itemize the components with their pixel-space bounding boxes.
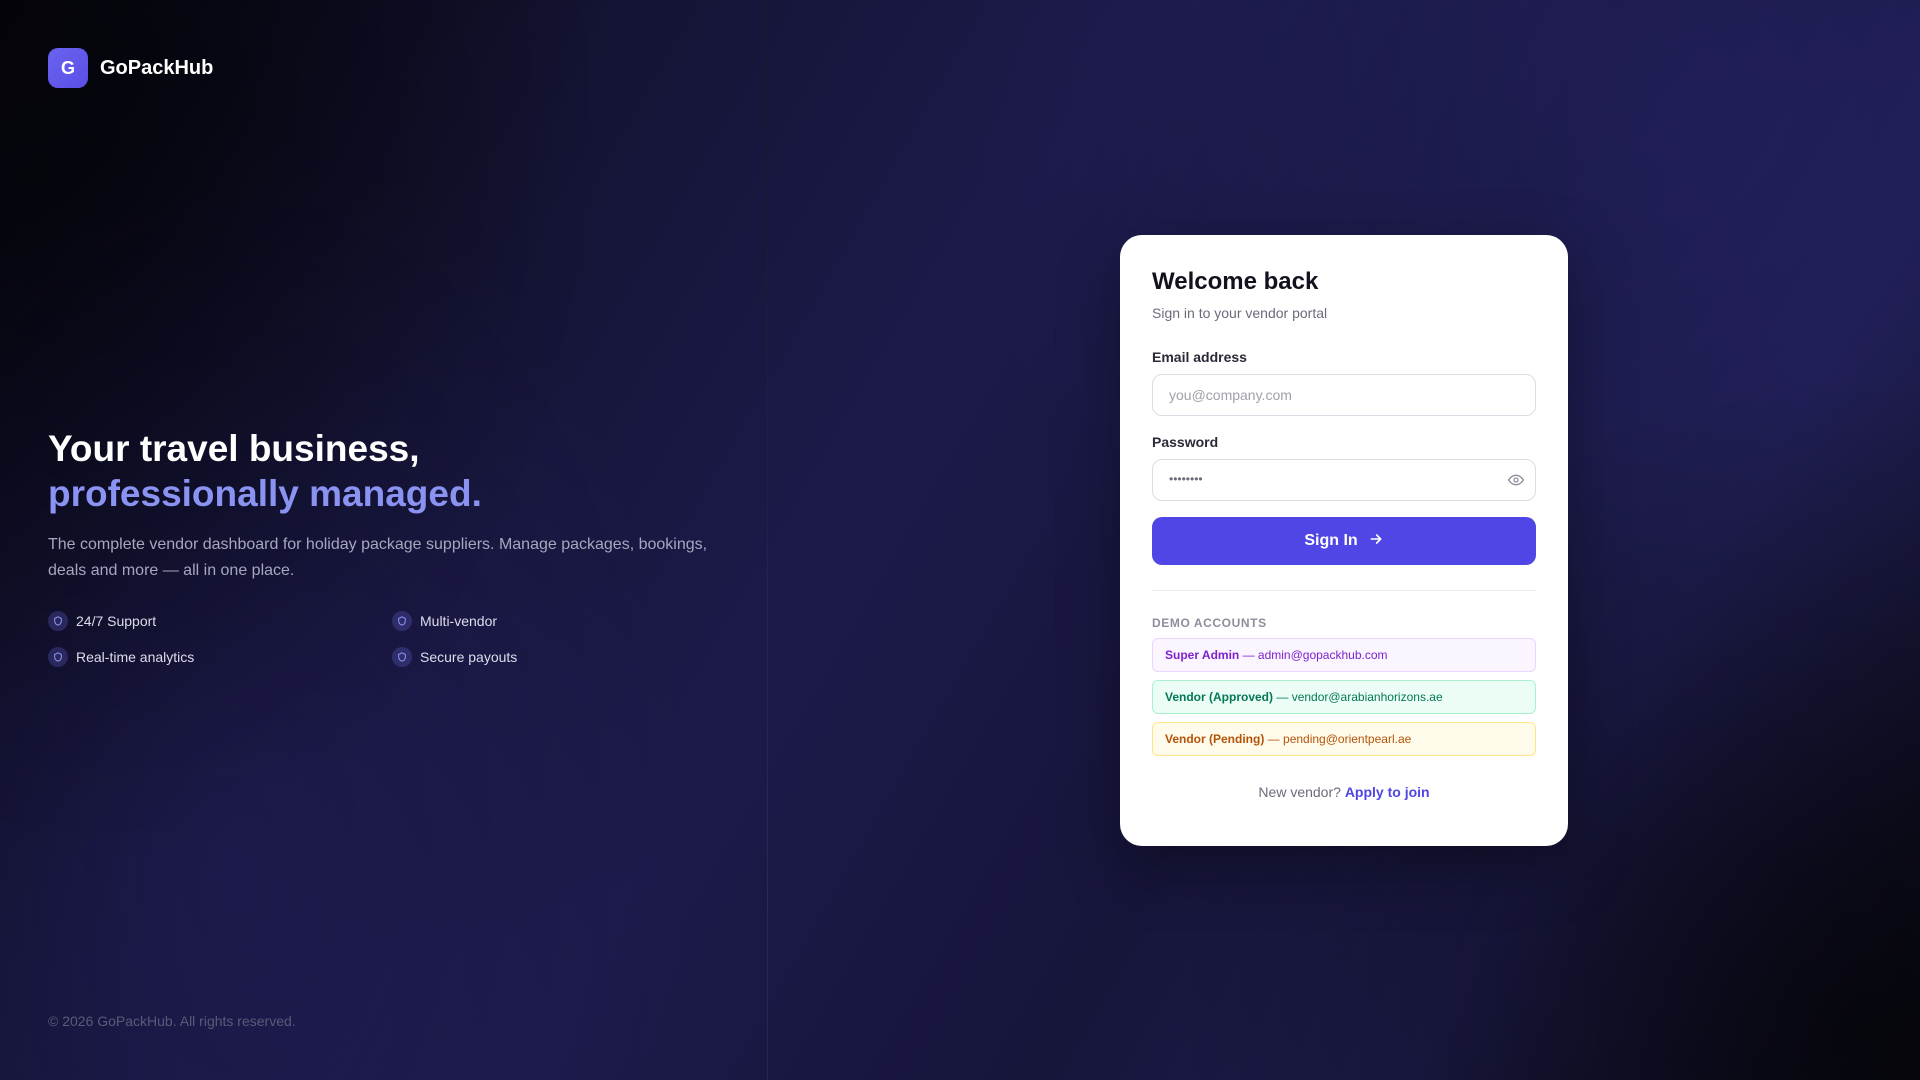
brand-name: GoPackHub [100, 56, 214, 79]
apply-to-join-link[interactable]: Apply to join [1345, 784, 1430, 800]
password-label: Password [1152, 434, 1219, 450]
login-card: Welcome back Sign in to your vendor port… [1120, 235, 1568, 846]
demo-account-vendor-approved[interactable]: Vendor (Approved) — vendor@arabianhorizo… [1152, 680, 1536, 714]
login-subtitle: Sign in to your vendor portal [1152, 305, 1328, 321]
arrow-right-icon [1368, 531, 1384, 552]
demo-account-vendor-pending[interactable]: Vendor (Pending) — pending@orientpearl.a… [1152, 722, 1536, 756]
brand[interactable]: G GoPackHub [48, 48, 213, 88]
feature-label: Real-time analytics [76, 649, 195, 665]
hero-accent: professionally managed. [48, 473, 482, 514]
feature-item: Real-time analytics [48, 646, 392, 668]
demo-separator: — [1273, 690, 1292, 704]
hero-title: Your travel business, professionally man… [48, 426, 738, 516]
demo-email: admin@gopackhub.com [1257, 648, 1388, 662]
shield-icon [392, 611, 412, 631]
feature-label: 24/7 Support [76, 613, 157, 629]
signup-prompt-text: New vendor? [1258, 784, 1345, 800]
demo-email: pending@orientpearl.ae [1283, 732, 1412, 746]
shield-icon [392, 647, 412, 667]
demo-account-super-admin[interactable]: Super Admin — admin@gopackhub.com [1152, 638, 1536, 672]
copyright: © 2026 GoPackHub. All rights reserved. [48, 1013, 296, 1029]
password-input[interactable] [1152, 459, 1536, 501]
brand-logo: G [48, 48, 88, 88]
shield-icon [48, 647, 68, 667]
hero-description: The complete vendor dashboard for holida… [48, 536, 708, 579]
demo-separator: — [1239, 648, 1258, 662]
email-field-wrap [1152, 374, 1536, 416]
hero: Your travel business, professionally man… [48, 426, 738, 668]
feature-item: Secure payouts [392, 646, 736, 668]
divider [1152, 590, 1536, 591]
demo-role: Vendor (Pending) [1165, 732, 1265, 746]
demo-accounts-heading: Demo Accounts [1152, 616, 1267, 630]
feature-label: Secure payouts [420, 649, 518, 665]
feature-label: Multi-vendor [420, 613, 498, 629]
login-title: Welcome back [1152, 268, 1319, 295]
demo-email: vendor@arabianhorizons.ae [1291, 690, 1443, 704]
left-panel: G GoPackHub Your travel business, profes… [0, 0, 768, 1080]
password-field-wrap: •••••••• [1152, 459, 1536, 501]
demo-role: Super Admin [1165, 648, 1240, 662]
feature-item: 24/7 Support [48, 610, 392, 632]
signup-prompt: New vendor? Apply to join [1152, 784, 1536, 800]
feature-list: 24/7 Support Multi-vendor Real-time anal… [48, 610, 738, 668]
shield-icon [48, 611, 68, 631]
feature-item: Multi-vendor [392, 610, 736, 632]
demo-separator: — [1264, 732, 1284, 746]
sign-in-button[interactable]: Sign In [1152, 517, 1536, 565]
email-input[interactable] [1152, 374, 1536, 416]
hero-title-text: Your travel business, [48, 428, 420, 469]
demo-role: Vendor (Approved) [1165, 690, 1274, 704]
eye-icon[interactable] [1507, 472, 1525, 488]
email-label: Email address [1152, 349, 1247, 365]
sign-in-label: Sign In [1304, 532, 1358, 549]
